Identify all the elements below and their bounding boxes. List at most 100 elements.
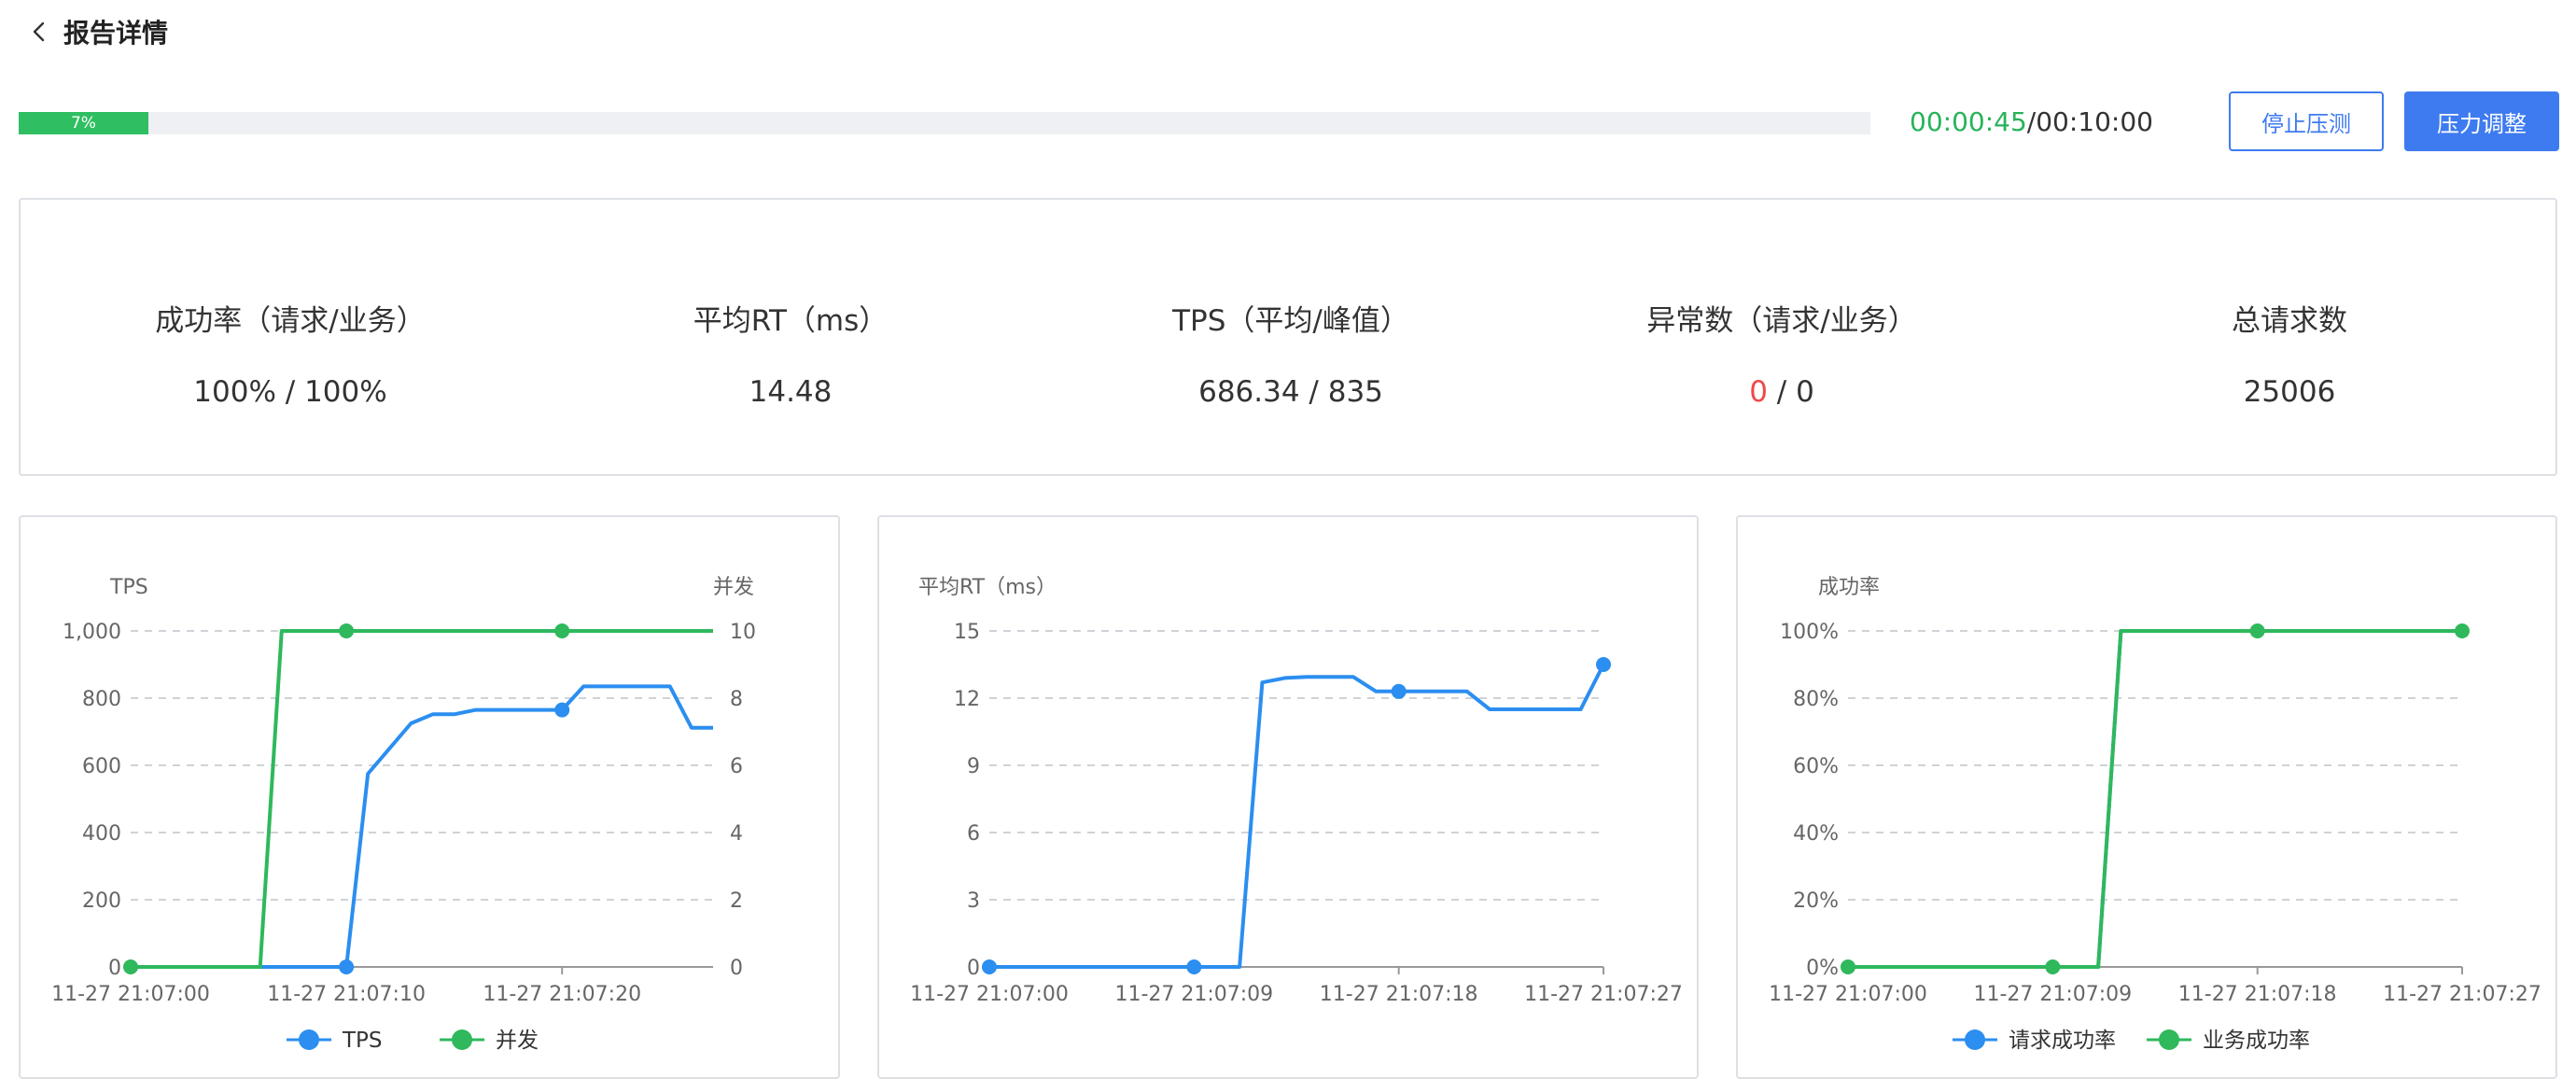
y-tick-label: 40% — [1793, 822, 1839, 846]
series-line-0 — [989, 664, 1605, 969]
data-point — [2455, 623, 2470, 638]
y-tick-label: 80% — [1793, 688, 1839, 711]
y2-tick-label: 2 — [730, 889, 743, 913]
stat-exceptions: 异常数（请求/业务） 0 / 0 — [1530, 302, 2034, 411]
avg-rt-chart-card: 0 3 6 9 12 15 11-27 21:07:00 11-27 21:07:09 11-2… — [877, 515, 1699, 1079]
x-tick-label: 11-27 21:07:00 — [910, 983, 1069, 1006]
progress-bar: 7% — [19, 112, 1870, 134]
success-rate-chart: 0% 20% 40% 60% 80% 100% 11-27 21:07:00 11-27 21… — [1769, 576, 2541, 1053]
y-tick-label: 0 — [108, 957, 121, 980]
y2-tick-label: 8 — [730, 688, 743, 711]
x-tick-label: 11-27 21:07:09 — [1973, 983, 2132, 1006]
data-point — [982, 959, 997, 974]
y-tick-label: 600 — [82, 755, 121, 778]
legend-label: TPS — [342, 1029, 383, 1053]
legend-marker — [299, 1029, 319, 1050]
y-tick-label: 3 — [967, 889, 980, 913]
y-tick-label: 800 — [82, 688, 121, 711]
y2-axis-title: 并发 — [713, 576, 754, 599]
y2-tick-label: 6 — [730, 755, 743, 778]
x-tick-label: 11-27 21:07:27 — [2383, 983, 2541, 1006]
stats-summary-card: 成功率（请求/业务） 100% / 100% 平均RT（ms） 14.48 TP… — [19, 198, 2557, 476]
page-title: 报告详情 — [63, 18, 169, 49]
stat-value: 686.34 / 835 — [1198, 375, 1383, 409]
legend-label: 业务成功率 — [2203, 1029, 2310, 1053]
x-tick-label: 11-27 21:07:00 — [1769, 983, 1927, 1006]
legend-marker — [452, 1029, 472, 1050]
x-tick-label: 11-27 21:07:09 — [1114, 983, 1273, 1006]
y-axis-title: 成功率 — [1818, 576, 1880, 599]
legend-marker — [1965, 1029, 1985, 1050]
series-line-0 — [1848, 629, 2462, 969]
business-error-count: / 0 — [1767, 375, 1814, 409]
x-tick-label: 11-27 21:07:18 — [1320, 983, 1478, 1006]
chevron-left-icon[interactable] — [21, 13, 58, 50]
data-point — [1596, 657, 1611, 672]
series-line-1 — [1848, 629, 2462, 969]
x-tick-label: 11-27 21:07:20 — [483, 983, 641, 1006]
stat-label: TPS（平均/峰值） — [1172, 304, 1409, 338]
series-line-1 — [131, 629, 713, 969]
x-tick-label: 11-27 21:07:27 — [1524, 983, 1683, 1006]
stop-test-button[interactable]: 停止压测 — [2229, 91, 2384, 151]
legend-label: 并发 — [496, 1029, 539, 1053]
success-rate-chart-card: 0% 20% 40% 60% 80% 100% 11-27 21:07:00 11-27 21… — [1736, 515, 2557, 1079]
y-tick-label: 1,000 — [63, 621, 121, 644]
y-tick-label: 100% — [1780, 621, 1839, 644]
tps-concurrency-chart: 0 200 400 600 800 1,000 0 2 4 6 8 10 11-27 21:07:00 1… — [51, 576, 756, 1053]
tps-concurrency-chart-card: 0 200 400 600 800 1,000 0 2 4 6 8 10 11-27 21:07:00 1… — [19, 515, 840, 1079]
y-tick-label: 15 — [954, 621, 980, 644]
stat-value: 100% / 100% — [193, 375, 387, 409]
y-tick-label: 0% — [1806, 957, 1839, 980]
stat-value: 0 / 0 — [1530, 373, 2034, 411]
stat-tps: TPS（平均/峰值） 686.34 / 835 — [1039, 302, 1543, 411]
x-tick-label: 11-27 21:07:18 — [2178, 983, 2337, 1006]
request-error-count: 0 — [1749, 375, 1768, 409]
data-point — [339, 623, 355, 638]
progress-fill: 7% — [19, 112, 148, 134]
y-tick-label: 0 — [967, 957, 980, 980]
y-tick-label: 400 — [82, 822, 121, 846]
data-point — [1391, 683, 1407, 699]
stat-success-rate: 成功率（请求/业务） 100% / 100% — [38, 302, 542, 411]
y-tick-label: 12 — [954, 688, 980, 711]
page-header: 报告详情 — [21, 11, 168, 52]
total-time: /00:10:00 — [2026, 105, 2153, 137]
series-line-0 — [131, 684, 713, 969]
y-tick-label: 200 — [82, 889, 121, 913]
data-point — [554, 702, 570, 718]
stat-label: 异常数（请求/业务） — [1646, 304, 1917, 338]
x-tick-label: 11-27 21:07:10 — [267, 983, 426, 1006]
stat-label: 成功率（请求/业务） — [155, 304, 426, 338]
y-tick-label: 20% — [1793, 889, 1839, 913]
y-axis-title: TPS — [109, 576, 148, 599]
data-point — [1841, 959, 1855, 974]
y-axis-title: 平均RT（ms） — [918, 576, 1057, 599]
data-point — [123, 959, 138, 974]
y-tick-label: 60% — [1793, 755, 1839, 778]
stat-value: 25006 — [2243, 375, 2336, 409]
progress-percent-label: 7% — [70, 114, 96, 133]
timer: 00:00:45 /00:10:00 — [1910, 103, 2153, 140]
legend-marker — [2159, 1029, 2179, 1050]
stat-value: 14.48 — [749, 375, 833, 409]
y2-tick-label: 0 — [730, 957, 743, 980]
y-tick-label: 9 — [967, 755, 980, 778]
y2-tick-label: 10 — [730, 621, 756, 644]
data-point — [554, 623, 570, 638]
data-point — [1186, 959, 1202, 974]
data-point — [2249, 623, 2265, 638]
stat-avg-rt: 平均RT（ms） 14.48 — [539, 302, 1043, 411]
x-tick-label: 11-27 21:07:00 — [51, 983, 210, 1006]
stat-total-requests: 总请求数 25006 — [2037, 302, 2541, 411]
avg-rt-chart: 0 3 6 9 12 15 11-27 21:07:00 11-27 21:07:09 11-2… — [910, 576, 1683, 1006]
data-point — [2045, 959, 2061, 974]
adjust-pressure-button[interactable]: 压力调整 — [2404, 91, 2559, 151]
y2-tick-label: 4 — [730, 822, 743, 846]
stat-label: 平均RT（ms） — [693, 304, 889, 338]
stat-label: 总请求数 — [2232, 304, 2347, 338]
elapsed-time: 00:00:45 — [1910, 105, 2027, 137]
y-tick-label: 6 — [967, 822, 980, 846]
data-point — [339, 959, 355, 974]
legend-label: 请求成功率 — [2009, 1029, 2116, 1053]
